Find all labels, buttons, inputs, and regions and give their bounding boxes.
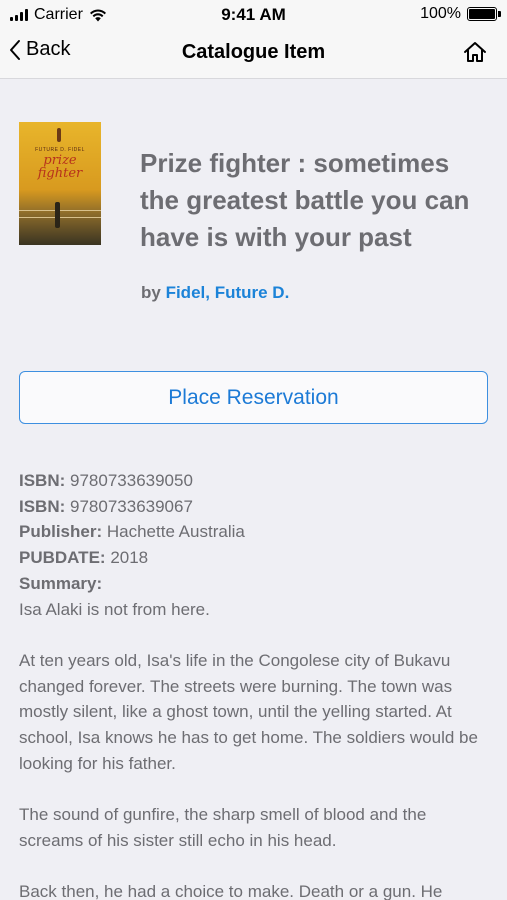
home-button[interactable] <box>463 41 487 68</box>
publisher-row: Publisher: Hachette Australia <box>19 522 245 542</box>
summary-paragraph: Isa Alaki is not from here. <box>19 599 210 619</box>
summary-label: Summary: <box>19 573 103 593</box>
status-right: 100% <box>420 5 501 23</box>
pubdate-row: PUBDATE: 2018 <box>19 548 149 568</box>
status-bar: Carrier 9:41 AM 100% <box>0 0 507 30</box>
book-cover-image: FUTURE D. FIDEL prize fighter <box>19 122 101 245</box>
home-icon <box>464 42 486 62</box>
author-byline: by Fidel, Future D. <box>141 283 289 303</box>
author-link[interactable]: Fidel, Future D. <box>166 283 290 302</box>
battery-fill <box>469 9 495 19</box>
summary-paragraph: At ten years old, Isa's life in the Cong… <box>19 650 478 773</box>
catalogue-item-content[interactable]: FUTURE D. FIDEL prize fighter Prize figh… <box>0 79 507 900</box>
isbn-value: 9780733639067 <box>70 496 193 516</box>
summary-paragraph: Back then, he had a choice to make. Deat… <box>19 882 443 900</box>
place-reservation-button[interactable]: Place Reservation <box>19 371 488 424</box>
battery-percent: 100% <box>420 5 461 22</box>
isbn-row: ISBN: 9780733639067 <box>19 496 193 516</box>
pubdate-value: 2018 <box>110 548 149 568</box>
page-title: Catalogue Item <box>181 41 326 63</box>
publisher-value: Hachette Australia <box>106 522 245 542</box>
item-details: ISBN: 9780733639050 ISBN: 9780733639067 … <box>19 468 494 900</box>
by-label: by <box>141 283 161 302</box>
book-title: Prize fighter : sometimes the greatest b… <box>140 148 470 252</box>
summary-paragraph: The sound of gunfire, the sharp smell of… <box>19 805 427 850</box>
cover-title: prize fighter <box>37 153 83 181</box>
isbn-row: ISBN: 9780733639050 <box>19 471 193 490</box>
isbn-value: 9780733639050 <box>70 471 193 490</box>
battery-icon <box>467 7 501 21</box>
navigation-bar: Back Catalogue Item <box>0 30 507 79</box>
